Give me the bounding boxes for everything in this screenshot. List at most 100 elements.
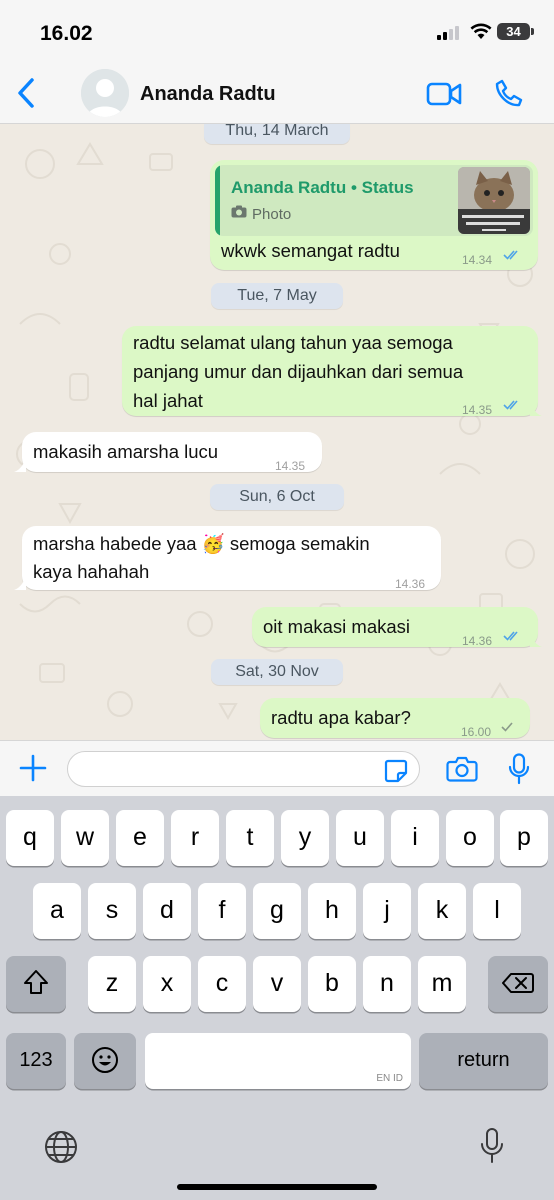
message-composer (0, 740, 554, 796)
globe-icon[interactable] (43, 1129, 79, 1165)
battery-tip (531, 28, 534, 35)
key-i[interactable]: i (391, 810, 439, 866)
cellular-signal-icon (437, 26, 463, 40)
phone-call-icon[interactable] (494, 78, 524, 108)
status-time: 16.02 (40, 22, 93, 45)
key-b[interactable]: b (308, 956, 356, 1012)
key-z[interactable]: z (88, 956, 136, 1012)
bubble-tail (14, 458, 26, 472)
emoji-icon (92, 1047, 118, 1073)
key-k[interactable]: k (418, 883, 466, 939)
key-r[interactable]: r (171, 810, 219, 866)
microphone-icon[interactable] (508, 753, 530, 785)
ios-keyboard: q w e r t y u i o p a s d f g h j k l z … (0, 796, 554, 1200)
emoji-key[interactable] (74, 1033, 136, 1089)
outgoing-message[interactable]: oit makasi makasi 14.36 (252, 607, 542, 648)
date-separator: Sun, 6 Oct (210, 484, 344, 510)
battery-level: 34 (497, 23, 530, 40)
dictation-icon[interactable] (480, 1127, 504, 1165)
incoming-message[interactable]: marsha habede yaa 🥳 semoga semakin kaya … (14, 526, 441, 591)
message-input[interactable] (67, 751, 420, 787)
key-v[interactable]: v (253, 956, 301, 1012)
camera-small-icon (231, 205, 247, 218)
message-time: 14.36 (462, 634, 493, 648)
sent-tick-icon (501, 722, 513, 732)
status-bar: 16.02 34 (0, 0, 554, 62)
incoming-message[interactable]: makasih amarsha lucu 14.35 (14, 432, 322, 473)
contact-avatar[interactable] (81, 69, 129, 117)
message-text: wkwk semangat radtu (221, 240, 400, 261)
plus-icon[interactable] (18, 753, 48, 783)
key-w[interactable]: w (61, 810, 109, 866)
status-photo-thumbnail (458, 167, 530, 234)
key-a[interactable]: a (33, 883, 81, 939)
message-line: makasih amarsha lucu (33, 441, 219, 462)
chat-header: Ananda Radtu (0, 62, 554, 124)
key-y[interactable]: y (281, 810, 329, 866)
key-q[interactable]: q (6, 810, 54, 866)
key-m[interactable]: m (418, 956, 466, 1012)
key-n[interactable]: n (363, 956, 411, 1012)
message-line: oit makasi makasi (263, 616, 411, 637)
bubble-tail (530, 402, 542, 416)
backspace-icon (502, 973, 534, 993)
message-time: 14.34 (462, 253, 493, 267)
date-separator: Thu, 14 March (204, 124, 350, 144)
message-time: 14.36 (395, 577, 426, 591)
outgoing-message[interactable]: Ananda Radtu • Status Photo wkwk semanga… (210, 160, 538, 270)
key-p[interactable]: p (500, 810, 548, 866)
bubble-tail (14, 576, 26, 590)
message-time: 14.35 (462, 403, 493, 417)
message-line: kaya hahahah (33, 561, 150, 582)
sticker-icon[interactable] (384, 759, 408, 783)
key-s[interactable]: s (88, 883, 136, 939)
video-call-icon[interactable] (426, 81, 462, 107)
shift-icon (24, 970, 48, 994)
chat-message-list[interactable]: Thu, 14 March Ananda Radtu • Status Phot… (0, 124, 554, 740)
key-t[interactable]: t (226, 810, 274, 866)
key-l[interactable]: l (473, 883, 521, 939)
message-line: marsha habede yaa 🥳 semoga semakin (33, 533, 370, 554)
whatsapp-chat-screen: 16.02 34 Ananda Radtu Thu, 14 March Anan… (0, 0, 554, 1200)
bubble-tail (530, 633, 542, 647)
read-receipt-icon (503, 250, 518, 260)
contact-name[interactable]: Ananda Radtu (140, 83, 276, 106)
read-receipt-icon (503, 631, 518, 641)
home-indicator (177, 1184, 377, 1190)
key-e[interactable]: e (116, 810, 164, 866)
key-x[interactable]: x (143, 956, 191, 1012)
message-time: 14.35 (275, 459, 306, 473)
default-avatar-icon (81, 69, 129, 117)
key-g[interactable]: g (253, 883, 301, 939)
key-h[interactable]: h (308, 883, 356, 939)
outgoing-message[interactable]: radtu apa kabar? 16.00 (260, 698, 530, 739)
return-key[interactable]: return (419, 1033, 548, 1089)
date-separator: Sat, 30 Nov (211, 659, 343, 685)
numbers-key[interactable]: 123 (6, 1033, 66, 1089)
read-receipt-icon (503, 400, 518, 410)
key-c[interactable]: c (198, 956, 246, 1012)
message-line: radtu apa kabar? (271, 707, 411, 728)
key-o[interactable]: o (446, 810, 494, 866)
camera-icon[interactable] (446, 755, 478, 783)
key-f[interactable]: f (198, 883, 246, 939)
message-time: 16.00 (461, 725, 492, 739)
message-line: radtu selamat ulang tahun yaa semoga (133, 332, 453, 353)
space-key[interactable]: EN ID (145, 1033, 411, 1089)
shift-key[interactable] (6, 956, 66, 1012)
key-u[interactable]: u (336, 810, 384, 866)
quote-author: Ananda Radtu • Status (231, 178, 414, 197)
quote-accent-bar (215, 165, 220, 236)
wifi-icon (470, 23, 492, 39)
keyboard-language-label: EN ID (376, 1073, 403, 1084)
quote-media-type: Photo (252, 206, 292, 223)
status-reply-quote[interactable]: Ananda Radtu • Status Photo (215, 165, 533, 236)
outgoing-message[interactable]: radtu selamat ulang tahun yaa semoga pan… (122, 326, 542, 417)
backspace-key[interactable] (488, 956, 548, 1012)
message-line: hal jahat (133, 390, 203, 411)
back-chevron-icon[interactable] (14, 76, 38, 110)
date-separator: Tue, 7 May (211, 283, 343, 309)
key-d[interactable]: d (143, 883, 191, 939)
key-j[interactable]: j (363, 883, 411, 939)
message-line: panjang umur dan dijauhkan dari semua (133, 361, 464, 382)
